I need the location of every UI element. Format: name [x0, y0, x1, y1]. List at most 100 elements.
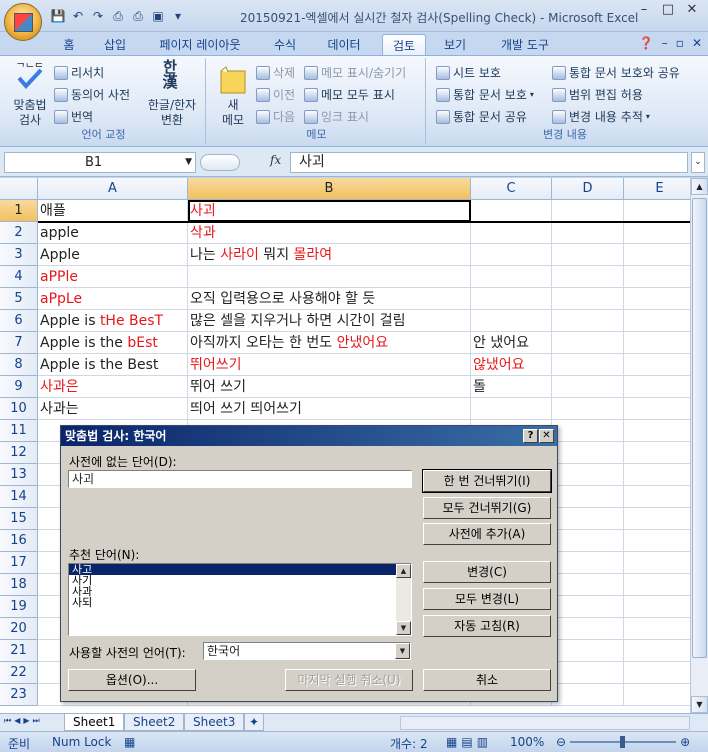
- options-button[interactable]: 옵션(O)...: [68, 669, 196, 691]
- empty-cell[interactable]: [552, 552, 624, 574]
- cell-a4[interactable]: aPPle: [38, 266, 188, 288]
- row-header-3[interactable]: 3: [0, 244, 38, 266]
- empty-cell[interactable]: [552, 464, 624, 486]
- cell-a10[interactable]: 사과는: [38, 398, 188, 420]
- ribbon-minimize-icon[interactable]: –: [662, 36, 668, 50]
- change-button[interactable]: 변경(C): [423, 561, 551, 583]
- cancel-button[interactable]: 취소: [423, 669, 551, 691]
- empty-cell[interactable]: [624, 354, 690, 376]
- last-sheet-icon[interactable]: ⏭: [33, 716, 40, 726]
- empty-cell[interactable]: [552, 266, 624, 288]
- row-header-1[interactable]: 1: [0, 200, 38, 222]
- tab-home[interactable]: 홈: [56, 34, 82, 56]
- research-button[interactable]: 리서치: [54, 64, 104, 81]
- zoom-level[interactable]: 100%: [510, 735, 544, 749]
- empty-cell[interactable]: [624, 376, 690, 398]
- empty-cell[interactable]: [552, 442, 624, 464]
- show-all-comments-button[interactable]: 메모 모두 표시: [304, 86, 395, 103]
- list-item[interactable]: 사기: [69, 575, 411, 586]
- empty-cell[interactable]: [552, 332, 624, 354]
- empty-cell[interactable]: [552, 288, 624, 310]
- row-header-18[interactable]: 18: [0, 574, 38, 596]
- restore-button[interactable]: □: [656, 2, 680, 20]
- protect-workbook-button[interactable]: 통합 문서 보호 ▾: [436, 86, 534, 103]
- empty-cell[interactable]: [552, 398, 624, 420]
- cell-a3[interactable]: Apple: [38, 244, 188, 266]
- cell-a6[interactable]: Apple is tHe BesT: [38, 310, 188, 332]
- cell-b2[interactable]: 삭과: [188, 222, 471, 244]
- quick-print-icon[interactable]: ⎙: [130, 8, 146, 24]
- insert-function-button[interactable]: fx: [270, 153, 281, 167]
- empty-cell[interactable]: [552, 596, 624, 618]
- chevron-down-icon[interactable]: ▼: [395, 643, 410, 659]
- help-icon[interactable]: ❓: [639, 36, 654, 50]
- empty-cell[interactable]: [552, 508, 624, 530]
- office-button[interactable]: [4, 3, 42, 41]
- scroll-down-icon[interactable]: ▼: [691, 696, 708, 713]
- row-header-13[interactable]: 13: [0, 464, 38, 486]
- row-header-17[interactable]: 17: [0, 552, 38, 574]
- empty-cell[interactable]: [552, 222, 624, 244]
- cell-c7[interactable]: 안 냈어요: [471, 332, 552, 354]
- allow-edit-ranges-button[interactable]: 범위 편집 허용: [552, 86, 643, 103]
- empty-cell[interactable]: [624, 596, 690, 618]
- new-comment-button[interactable]: 새 메모: [216, 98, 250, 128]
- formula-bar-resize-handle[interactable]: [200, 154, 240, 171]
- empty-cell[interactable]: [552, 310, 624, 332]
- row-header-10[interactable]: 10: [0, 398, 38, 420]
- tab-data[interactable]: 데이터: [320, 34, 368, 56]
- empty-cell[interactable]: [624, 310, 690, 332]
- scroll-thumb[interactable]: [692, 198, 707, 658]
- ignore-all-button[interactable]: 모두 건너뛰기(G): [423, 497, 551, 519]
- row-header-20[interactable]: 20: [0, 618, 38, 640]
- empty-cell[interactable]: [471, 398, 552, 420]
- row-header-4[interactable]: 4: [0, 266, 38, 288]
- customize-qat-icon[interactable]: ▾: [170, 8, 186, 24]
- scroll-up-icon[interactable]: ▲: [691, 178, 708, 195]
- row-header-15[interactable]: 15: [0, 508, 38, 530]
- cell-b7[interactable]: 아직까지 오타는 한 번도 안냈어요: [188, 332, 471, 354]
- tab-page-layout[interactable]: 페이지 레이아웃: [150, 34, 250, 56]
- macro-record-icon[interactable]: ▦: [124, 735, 135, 749]
- empty-cell[interactable]: [552, 684, 624, 706]
- empty-cell[interactable]: [624, 508, 690, 530]
- empty-cell[interactable]: [552, 574, 624, 596]
- empty-cell[interactable]: [471, 310, 552, 332]
- empty-cell[interactable]: [552, 244, 624, 266]
- empty-cell[interactable]: [471, 222, 552, 244]
- share-workbook-button[interactable]: 통합 문서 공유: [436, 108, 527, 125]
- cell-a1[interactable]: 애플: [38, 200, 188, 222]
- zoom-thumb[interactable]: [620, 736, 626, 748]
- cell-b6[interactable]: 많은 셀을 지우거나 하면 시간이 걸림: [188, 310, 471, 332]
- next-sheet-icon[interactable]: ▶: [23, 716, 29, 726]
- empty-cell[interactable]: [624, 420, 690, 442]
- page-layout-view-icon[interactable]: ▤: [461, 735, 472, 749]
- expand-formula-bar-icon[interactable]: ⌄: [691, 152, 705, 173]
- suggestions-scrollbar[interactable]: ▲ ▼: [396, 564, 411, 635]
- empty-cell[interactable]: [624, 574, 690, 596]
- vertical-scrollbar[interactable]: ▲ ▼: [690, 178, 708, 713]
- empty-cell[interactable]: [188, 266, 471, 288]
- cell-a2[interactable]: apple: [38, 222, 188, 244]
- tab-developer[interactable]: 개발 도구: [490, 34, 560, 56]
- ignore-once-button[interactable]: 한 번 건너뛰기(I): [422, 469, 552, 493]
- empty-cell[interactable]: [624, 288, 690, 310]
- cell-b8[interactable]: 뛰어쓰기: [188, 354, 471, 376]
- empty-cell[interactable]: [624, 332, 690, 354]
- protect-sheet-button[interactable]: 시트 보호: [436, 64, 501, 81]
- insert-sheet-icon[interactable]: ✦: [244, 714, 265, 731]
- zoom-slider[interactable]: ⊖ ⊕: [556, 735, 690, 749]
- dictionary-language-select[interactable]: 한국어 ▼: [203, 642, 411, 660]
- empty-cell[interactable]: [471, 200, 552, 222]
- list-item[interactable]: 사고: [69, 564, 411, 575]
- save-icon[interactable]: 💾: [50, 8, 66, 24]
- row-header-14[interactable]: 14: [0, 486, 38, 508]
- cell-c8[interactable]: 않냈어요: [471, 354, 552, 376]
- normal-view-icon[interactable]: ▦: [446, 735, 457, 749]
- spelling-icon[interactable]: ▣: [150, 8, 166, 24]
- cell-a9[interactable]: 사과은: [38, 376, 188, 398]
- list-item[interactable]: 사되: [69, 597, 411, 608]
- sheet-tab-sheet3[interactable]: Sheet3: [184, 714, 245, 731]
- empty-cell[interactable]: [624, 662, 690, 684]
- ribbon-restore-icon[interactable]: ▫: [676, 36, 684, 50]
